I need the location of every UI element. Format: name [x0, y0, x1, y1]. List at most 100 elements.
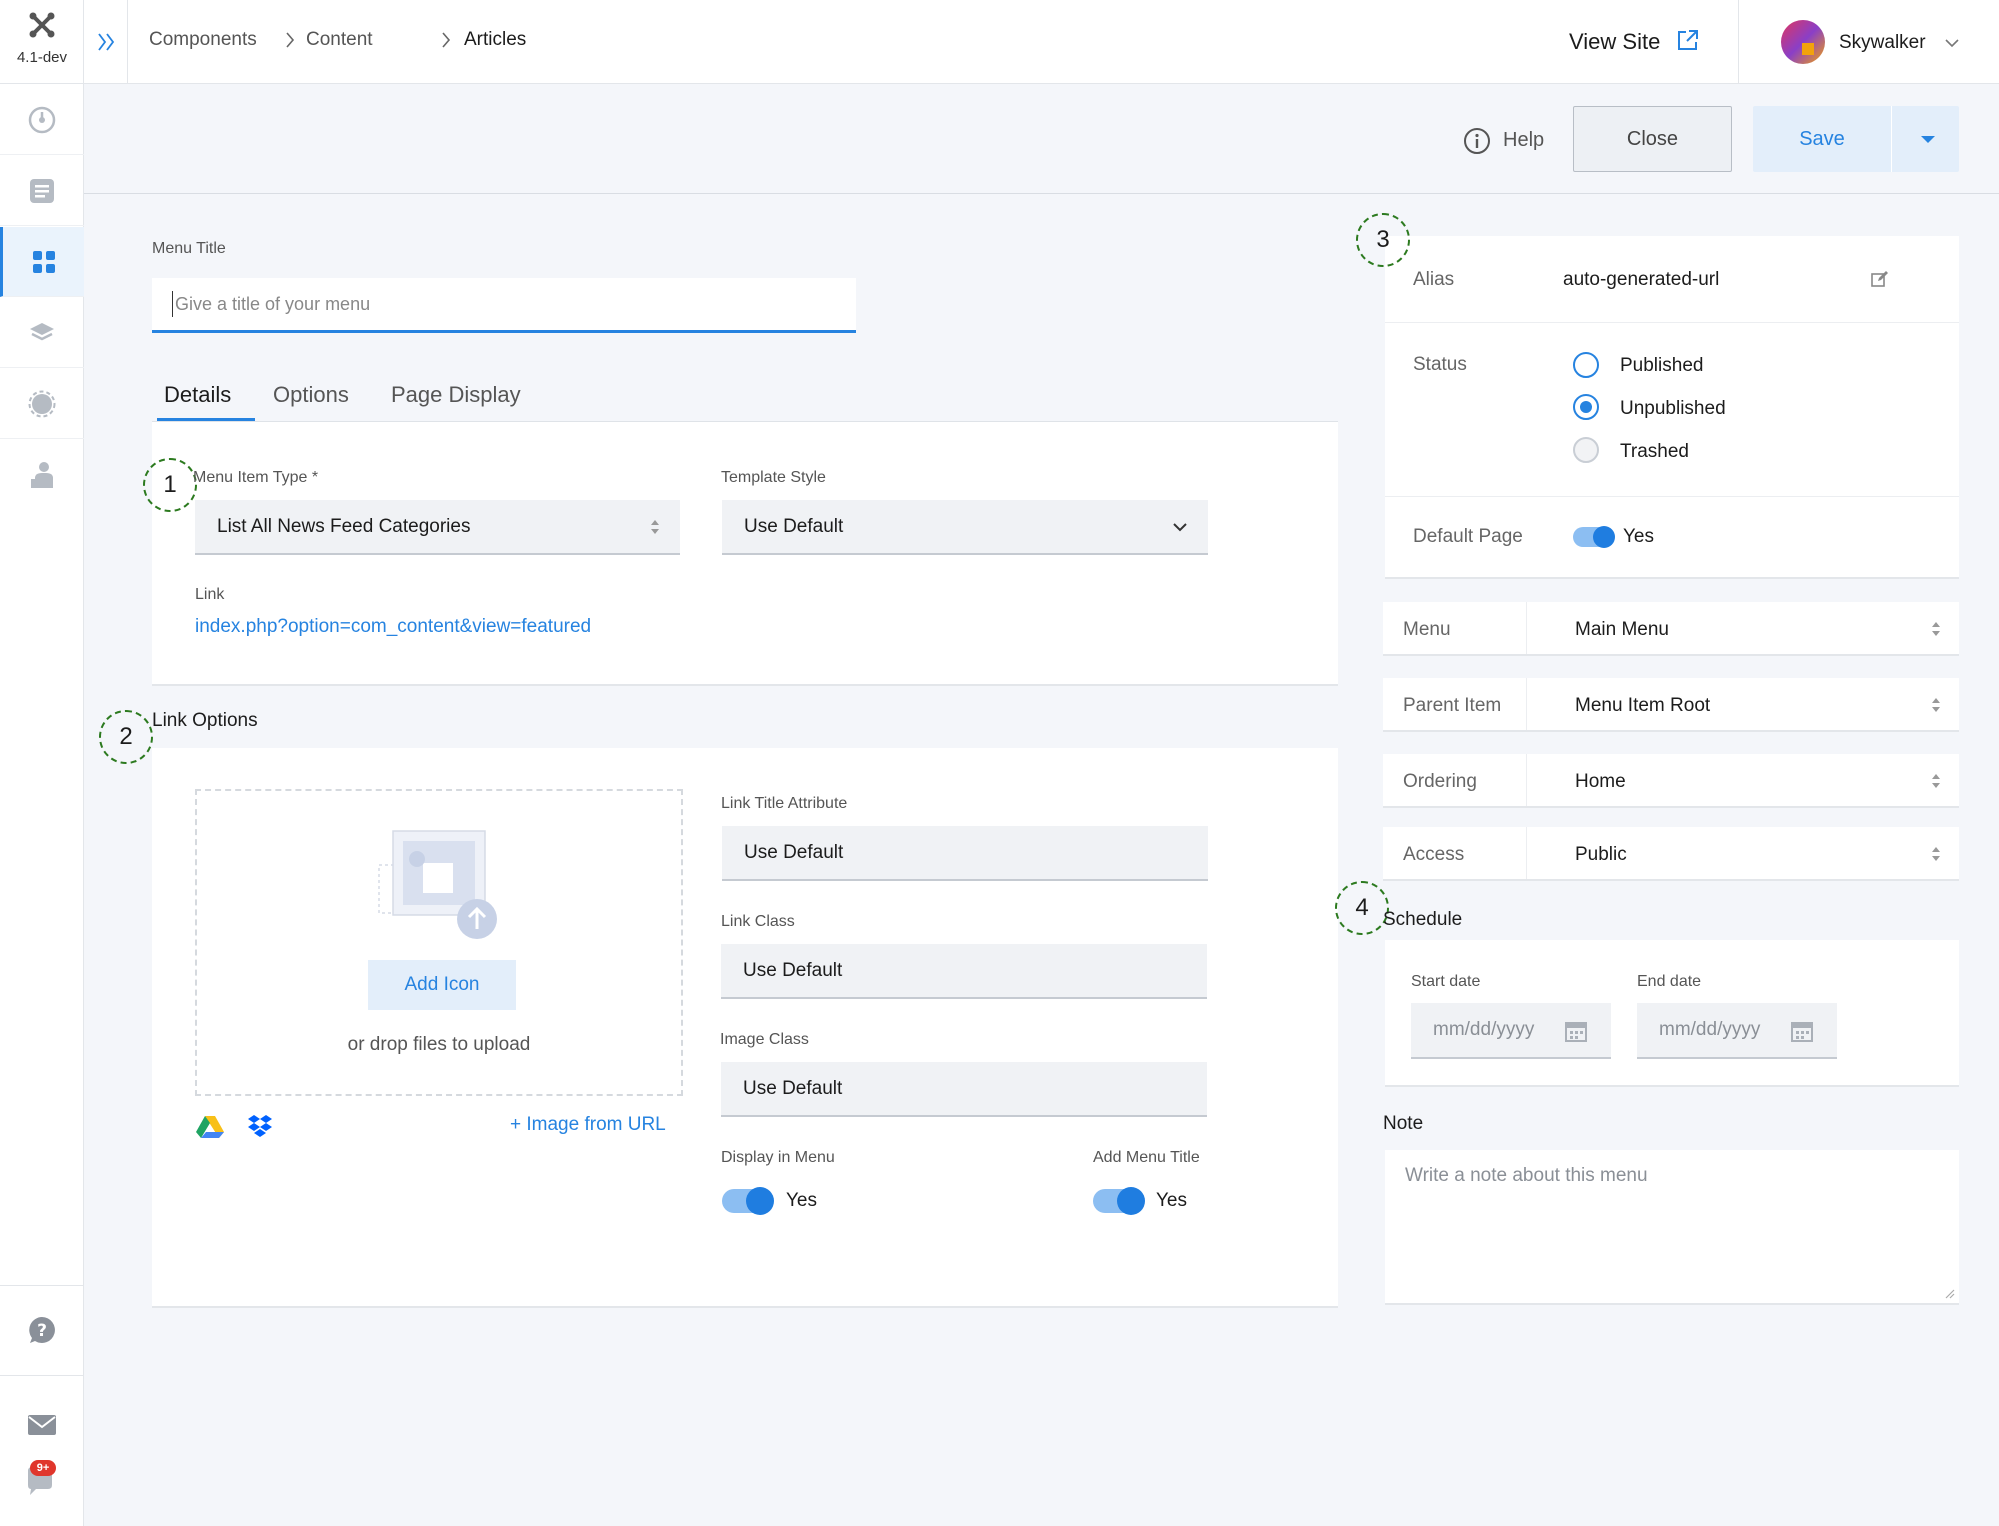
save-options-caret-icon[interactable] [1921, 136, 1935, 143]
ordering-select[interactable]: Ordering Home [1383, 754, 1959, 808]
default-page-label: Default Page [1413, 526, 1523, 547]
alias-value[interactable]: auto-generated-url [1563, 269, 1719, 291]
status-radio-trashed[interactable] [1573, 437, 1599, 463]
grid-icon [32, 250, 55, 273]
dropbox-icon[interactable] [247, 1114, 273, 1138]
note-textarea[interactable]: Write a note about this menu [1385, 1150, 1959, 1305]
schedule-heading: Schedule [1383, 909, 1463, 930]
add-menu-title-toggle[interactable] [1093, 1187, 1145, 1215]
breadcrumb-articles[interactable]: Articles [464, 29, 526, 51]
sidebar-item-dashboard[interactable] [0, 85, 84, 155]
select-arrows-icon [1932, 698, 1940, 712]
link-title-attr-input[interactable]: Use Default [722, 826, 1208, 881]
joomla-logo[interactable]: 4.1-dev [0, 0, 84, 84]
start-date-input[interactable]: mm/dd/yyyy [1411, 1003, 1611, 1059]
notification-badge: 9+ [30, 1460, 56, 1476]
note-placeholder: Write a note about this menu [1405, 1165, 1648, 1186]
image-class-input[interactable]: Use Default [721, 1062, 1207, 1117]
help-button[interactable]: Help [1503, 129, 1544, 152]
menu-select-value: Main Menu [1575, 619, 1669, 640]
sidebar-item-users[interactable] [0, 440, 84, 510]
breadcrumb-content[interactable]: Content [306, 29, 373, 51]
menu-item-type-select[interactable]: List All News Feed Categories [195, 500, 680, 555]
info-icon[interactable] [1463, 127, 1491, 155]
chevron-down-icon[interactable] [1944, 37, 1960, 49]
help-center-button[interactable]: ? [0, 1310, 84, 1350]
calendar-icon[interactable] [1565, 1020, 1587, 1042]
menu-title-input[interactable]: Give a title of your menu [152, 278, 856, 333]
menu-title-label: Menu Title [152, 240, 226, 257]
image-dropzone[interactable]: Add Icon or drop files to upload [195, 789, 683, 1096]
breadcrumb-components[interactable]: Components [149, 29, 257, 51]
notifications-button[interactable]: 9+ [0, 1460, 84, 1500]
add-icon-button[interactable]: Add Icon [368, 960, 516, 1010]
alias-label: Alias [1413, 269, 1455, 290]
status-radio-unpublished[interactable] [1573, 394, 1599, 420]
dashboard-icon [28, 106, 56, 133]
external-link-icon[interactable] [1676, 28, 1700, 52]
ordering-label: Ordering [1403, 771, 1477, 792]
help-bubble-icon: ? [29, 1317, 55, 1343]
template-style-select[interactable]: Use Default [722, 500, 1208, 555]
access-select[interactable]: Access Public [1383, 827, 1959, 881]
edit-icon[interactable] [1871, 270, 1889, 288]
display-in-menu-toggle[interactable] [722, 1187, 774, 1215]
display-in-menu-label: Display in Menu [721, 1149, 835, 1166]
users-icon [31, 462, 53, 488]
status-option-published[interactable]: Published [1620, 355, 1703, 377]
template-style-label: Template Style [721, 469, 826, 486]
sidebar-item-content[interactable] [0, 156, 84, 226]
svg-text:?: ? [37, 1321, 47, 1341]
google-drive-icon[interactable] [196, 1115, 224, 1139]
avatar[interactable] [1780, 19, 1826, 65]
save-button[interactable]: Save [1753, 106, 1891, 172]
system-icon [28, 390, 56, 417]
menu-item-type-label: Menu Item Type * [193, 469, 319, 486]
end-date-input[interactable]: mm/dd/yyyy [1637, 1003, 1837, 1059]
status-radio-published[interactable] [1573, 352, 1599, 378]
text-cursor [172, 291, 173, 317]
calendar-icon[interactable] [1791, 1020, 1813, 1042]
image-class-label: Image Class [720, 1031, 809, 1048]
resize-handle-icon[interactable] [1943, 1287, 1955, 1299]
layers-icon [30, 322, 54, 340]
expand-sidebar-icon[interactable] [96, 31, 116, 53]
status-option-trashed[interactable]: Trashed [1620, 441, 1689, 463]
menu-select[interactable]: Menu Main Menu [1383, 602, 1959, 656]
marker-4: 4 [1335, 881, 1389, 935]
parent-item-value: Menu Item Root [1575, 695, 1711, 716]
select-arrows-icon [651, 520, 659, 534]
chevron-right-icon [442, 32, 451, 48]
sidebar-item-system[interactable] [0, 369, 84, 439]
close-button[interactable]: Close [1573, 106, 1732, 172]
tab-details[interactable]: Details [164, 382, 231, 408]
default-page-value: Yes [1623, 526, 1654, 547]
username[interactable]: Skywalker [1839, 32, 1926, 54]
status-label: Status [1413, 354, 1467, 375]
display-in-menu-value: Yes [786, 1190, 817, 1211]
menu-select-label: Menu [1403, 619, 1451, 640]
default-page-toggle[interactable] [1573, 526, 1615, 548]
add-menu-title-value: Yes [1156, 1190, 1187, 1211]
link-options-heading: Link Options [152, 710, 258, 731]
sidebar-item-components[interactable] [0, 227, 84, 297]
tab-page-display[interactable]: Page Display [391, 382, 521, 408]
tab-options[interactable]: Options [273, 382, 349, 408]
select-arrows-icon [1932, 847, 1940, 861]
parent-item-select[interactable]: Parent Item Menu Item Root [1383, 678, 1959, 732]
marker-1: 1 [143, 458, 197, 512]
menu-title-placeholder: Give a title of your menu [175, 293, 371, 314]
status-option-unpublished[interactable]: Unpublished [1620, 398, 1726, 420]
link-class-input[interactable]: Use Default [721, 944, 1207, 999]
top-header: Components Content Articles View Site Sk… [84, 0, 1999, 84]
add-menu-title-label: Add Menu Title [1093, 1149, 1200, 1166]
mail-icon [28, 1415, 56, 1435]
messages-button[interactable] [0, 1410, 84, 1440]
parent-item-label: Parent Item [1403, 695, 1502, 716]
marker-3: 3 [1356, 213, 1410, 267]
image-from-url-link[interactable]: + Image from URL [510, 1114, 666, 1136]
sidebar-item-extensions[interactable] [0, 298, 84, 368]
link-url[interactable]: index.php?option=com_content&view=featur… [195, 616, 591, 638]
note-label: Note [1383, 1113, 1424, 1134]
view-site-link[interactable]: View Site [1569, 29, 1660, 55]
